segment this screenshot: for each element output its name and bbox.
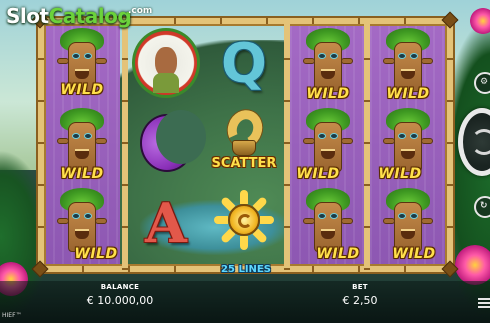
menu-icon [478,298,490,308]
autoplay-button[interactable]: ↻ [474,196,490,218]
flower-icon [455,245,490,285]
logo-suffix: .com [128,6,153,16]
bamboo-post [284,18,290,272]
balance-value: € 10.000,00 [86,294,154,307]
settings-button[interactable]: ⚙ [474,72,490,94]
slotcatalog-logo: SlotCatalog .com [6,4,152,28]
bet-display[interactable]: BET € 2,50 [330,283,390,307]
logo-text: SlotCatalog [6,4,132,28]
bamboo-post-right [447,18,453,272]
bamboo-frame [38,18,453,272]
bamboo-post [122,18,128,272]
balance-display: BALANCE € 10.000,00 [78,283,162,307]
provider-brand: HIEF™ [2,312,22,319]
bet-value: € 2,50 [342,294,378,307]
bamboo-post-left [38,18,44,272]
paylines-indicator: 25 LINES [221,264,271,275]
autoplay-icon: ↻ [480,201,488,211]
menu-button[interactable] [478,298,490,310]
settings-icon: ⚙ [480,77,489,87]
bet-label: BET [352,283,368,291]
bottom-panel [0,281,490,323]
bamboo-post [364,18,370,272]
flower-icon [470,8,490,34]
spin-icon [471,129,490,155]
balance-label: BALANCE [100,283,140,291]
